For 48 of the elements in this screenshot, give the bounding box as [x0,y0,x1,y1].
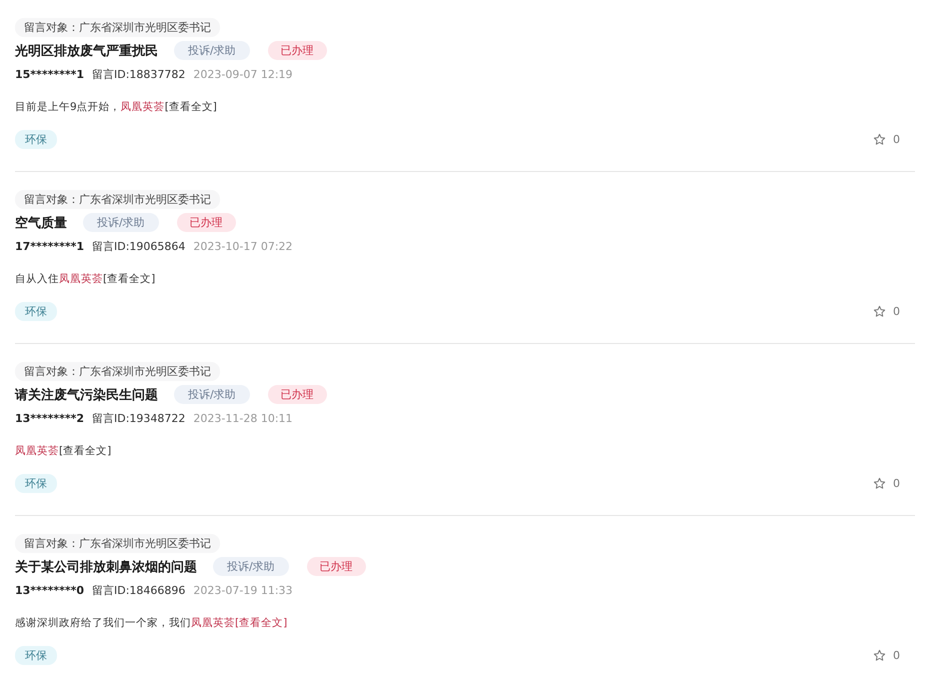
user-phone: 13********2 [15,412,84,425]
status-tag: 已办理 [306,557,366,576]
message-id: 留言ID:18466896 [92,583,186,598]
recipient-tag: 留言对象：广东省深圳市光明区委书记 [15,190,220,209]
read-more-link[interactable]: [查看全文] [235,617,288,629]
category-tag: 环保 [15,474,57,493]
recipient-tag: 留言对象：广东省深圳市光明区委书记 [15,18,220,37]
post-time: 2023-10-17 07:22 [193,240,293,253]
post-excerpt: 凤凰英荟[查看全文] [15,444,112,459]
favorite-count: 0 [893,649,900,662]
star-icon[interactable] [873,133,886,146]
recipient-tag: 留言对象：广东省深圳市光明区委书记 [15,534,220,553]
type-tag: 投诉/求助 [213,557,289,576]
recipient-tag: 留言对象：广东省深圳市光明区委书记 [15,362,220,381]
user-phone: 13********0 [15,584,84,597]
message-id: 留言ID:18837782 [92,67,186,82]
star-icon[interactable] [873,649,886,662]
message-id: 留言ID:19348722 [92,411,186,426]
type-tag: 投诉/求助 [174,385,250,404]
post-excerpt: 目前是上午9点开始，凤凰英荟[查看全文] [15,100,218,115]
type-tag: 投诉/求助 [174,41,250,60]
status-tag: 已办理 [268,385,327,404]
post-excerpt: 感谢深圳政府给了我们一个家，我们凤凰英荟[查看全文] [15,616,288,631]
post-title[interactable]: 请关注废气污染民生问题 [15,386,158,404]
star-icon[interactable] [873,477,886,490]
user-phone: 17********1 [15,240,84,253]
favorite-count: 0 [893,305,900,318]
favorite-count: 0 [893,133,900,146]
post-title[interactable]: 关于某公司排放刺鼻浓烟的问题 [15,558,197,576]
post-time: 2023-09-07 12:19 [193,68,293,81]
post-time: 2023-07-19 11:33 [193,584,293,597]
star-icon[interactable] [873,305,886,318]
read-more-link[interactable]: [查看全文] [103,273,156,285]
category-tag: 环保 [15,646,57,665]
post-excerpt: 自从入住凤凰英荟[查看全文] [15,272,156,287]
post-time: 2023-11-28 10:11 [193,412,293,425]
user-phone: 15********1 [15,68,84,81]
status-tag: 已办理 [176,213,236,232]
category-tag: 环保 [15,302,57,321]
status-tag: 已办理 [268,41,327,60]
message-id: 留言ID:19065864 [92,239,186,254]
read-more-link[interactable]: [查看全文] [164,101,217,113]
category-tag: 环保 [15,130,57,149]
favorite-count: 0 [893,477,900,490]
post-title[interactable]: 光明区排放废气严重扰民 [15,42,158,60]
read-more-link[interactable]: [查看全文] [59,445,112,457]
post-title[interactable]: 空气质量 [15,214,67,232]
type-tag: 投诉/求助 [83,213,159,232]
